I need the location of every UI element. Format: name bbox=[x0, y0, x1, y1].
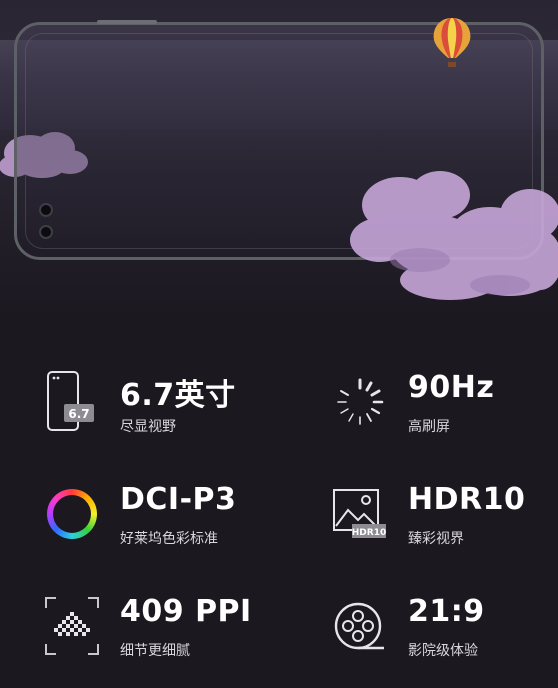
size-badge-label: 6.7 bbox=[68, 407, 89, 421]
feature-ratio-title: 21:9 bbox=[408, 594, 485, 629]
feature-size: 6.7 6.7英寸 尽显视野 bbox=[44, 370, 304, 460]
front-camera-icon bbox=[39, 203, 53, 217]
cloud-right bbox=[350, 171, 558, 300]
color-wheel-icon bbox=[44, 482, 100, 546]
hot-air-balloon-icon bbox=[433, 18, 471, 67]
hero-banner bbox=[0, 0, 558, 320]
feature-list: 6.7 6.7英寸 尽显视野 90Hz 高刷屏 DCI-P3 好莱坞色彩标准 H… bbox=[0, 320, 558, 688]
feature-color-title: DCI-P3 bbox=[120, 482, 237, 517]
feature-ratio: 21:9 影院级体验 bbox=[332, 594, 558, 684]
feature-refresh-title: 90Hz bbox=[408, 370, 495, 405]
film-reel-icon bbox=[332, 594, 388, 658]
hdr-image-icon: HDR10 bbox=[332, 482, 388, 546]
phone-size-icon: 6.7 bbox=[44, 370, 100, 434]
feature-hdr-title: HDR10 bbox=[408, 482, 526, 517]
feature-ppi-subtitle: 细节更细腻 bbox=[120, 643, 190, 659]
feature-refresh-subtitle: 高刷屏 bbox=[408, 419, 450, 435]
feature-size-title: 6.7英寸 bbox=[120, 378, 236, 413]
feature-hdr: HDR10 HDR10 臻彩视界 bbox=[332, 482, 558, 572]
hdr-badge-label: HDR10 bbox=[352, 528, 386, 538]
pixel-density-icon bbox=[44, 594, 100, 658]
feature-size-subtitle: 尽显视野 bbox=[120, 419, 176, 435]
phone-side-button bbox=[97, 20, 157, 24]
refresh-rate-icon bbox=[332, 370, 388, 434]
feature-color: DCI-P3 好莱坞色彩标准 bbox=[44, 482, 304, 572]
feature-ratio-subtitle: 影院级体验 bbox=[408, 643, 478, 659]
feature-color-subtitle: 好莱坞色彩标准 bbox=[120, 531, 218, 547]
feature-ppi: 409 PPI 细节更细腻 bbox=[44, 594, 304, 684]
feature-ppi-title: 409 PPI bbox=[120, 594, 252, 629]
front-camera-icon bbox=[39, 225, 53, 239]
feature-hdr-subtitle: 臻彩视界 bbox=[408, 531, 464, 547]
feature-refresh: 90Hz 高刷屏 bbox=[332, 370, 558, 460]
